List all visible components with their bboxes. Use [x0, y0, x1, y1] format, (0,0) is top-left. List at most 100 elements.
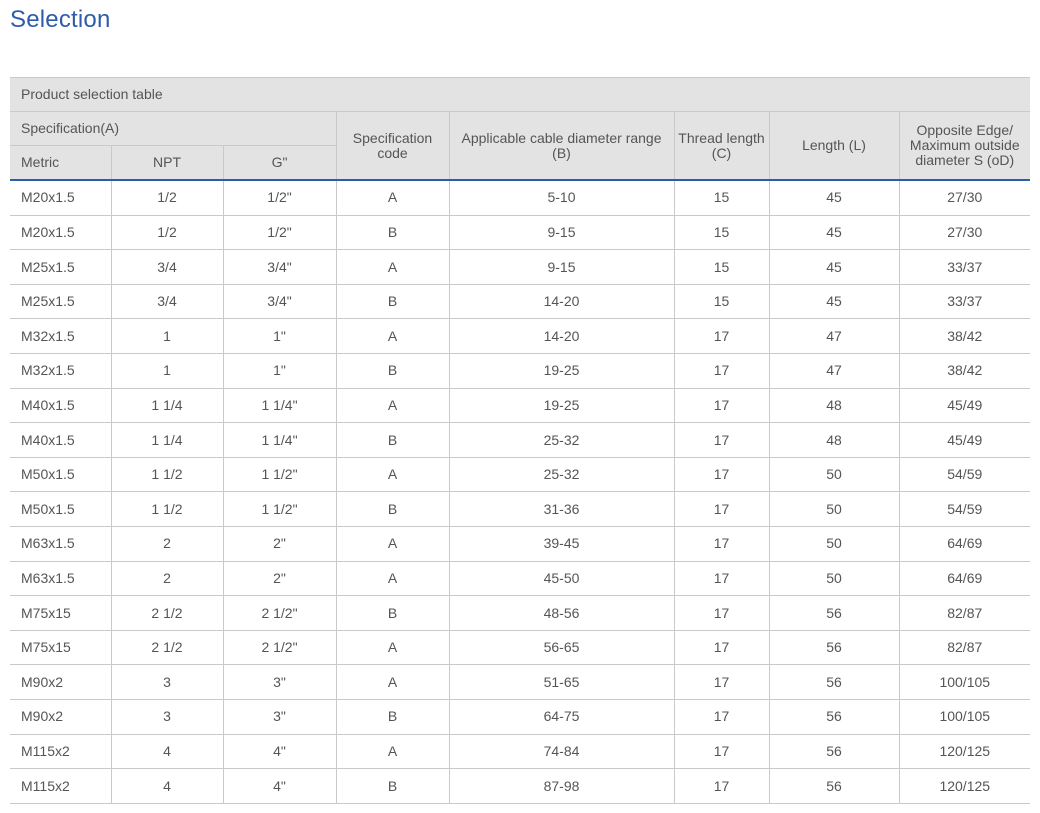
cell-spec-code: B	[335, 422, 449, 458]
cell-cable-range: 25-32	[448, 456, 674, 493]
table-row: M40x1.5 1 1/4 1 1/4" A 19-25 17 48 45/49	[10, 387, 1031, 424]
cell-cable-range: 45-50	[448, 560, 674, 597]
cell-thread-length: 17	[673, 664, 769, 700]
cell-length: 56	[768, 664, 899, 700]
table-row: M63x1.5 2 2" A 39-45 17 50 64/69	[10, 525, 1031, 562]
cell-g: 3"	[222, 664, 336, 700]
cell-length: 56	[768, 629, 899, 666]
cell-thread-length: 17	[673, 387, 769, 424]
cell-thread-length: 17	[673, 768, 769, 804]
cell-length: 45	[768, 214, 899, 251]
cell-length: 48	[768, 422, 899, 458]
cell-spec-code: B	[335, 491, 449, 527]
cell-thread-length: 17	[673, 629, 769, 666]
cell-npt: 2	[110, 525, 223, 562]
cell-metric: M75x15	[10, 595, 111, 631]
cell-npt: 1	[110, 318, 223, 354]
cell-metric: M50x1.5	[10, 491, 111, 527]
table-row: M50x1.5 1 1/2 1 1/2" B 31-36 17 50 54/59	[10, 491, 1031, 527]
cell-opposite-edge: 33/37	[898, 283, 1031, 320]
caption-row: Product selection table	[10, 77, 1031, 112]
cell-cable-range: 39-45	[448, 525, 674, 562]
header-thread-length: Thread length (C)	[673, 111, 770, 181]
cell-metric: M75x15	[10, 629, 111, 666]
header-cable-diameter: Applicable cable diameter range (B)	[448, 111, 675, 181]
cell-spec-code: A	[335, 387, 449, 424]
cell-metric: M25x1.5	[10, 283, 111, 320]
cell-length: 56	[768, 595, 899, 631]
cell-npt: 3/4	[110, 249, 223, 285]
cell-cable-range: 74-84	[448, 733, 674, 770]
table-body: M20x1.5 1/2 1/2" A 5-10 15 45 27/30 M20x1.5 1/2 1/…	[10, 179, 1031, 804]
cell-npt: 3	[110, 664, 223, 700]
cell-thread-length: 17	[673, 525, 769, 562]
cell-g: 3/4"	[222, 249, 336, 285]
cell-thread-length: 15	[673, 249, 769, 285]
cell-thread-length: 17	[673, 595, 769, 631]
cell-metric: M25x1.5	[10, 249, 111, 285]
cell-npt: 4	[110, 768, 223, 804]
cell-spec-code: A	[335, 249, 449, 285]
cell-length: 45	[768, 179, 899, 216]
cell-g: 2 1/2"	[222, 595, 336, 631]
header-cable-line-1: Applicable cable diameter range	[461, 129, 662, 146]
table-row: M115x2 4 4" B 87-98 17 56 120/125	[10, 768, 1031, 804]
cell-opposite-edge: 27/30	[898, 214, 1031, 251]
cell-cable-range: 48-56	[448, 595, 674, 631]
header-npt: NPT	[110, 145, 224, 181]
cell-thread-length: 17	[673, 352, 769, 389]
cell-cable-range: 14-20	[448, 283, 674, 320]
table-row: M63x1.5 2 2" A 45-50 17 50 64/69	[10, 560, 1031, 597]
cell-cable-range: 14-20	[448, 318, 674, 354]
header-specification-a: Specification(A)	[10, 111, 337, 146]
table-row: M32x1.5 1 1" A 14-20 17 47 38/42	[10, 318, 1031, 354]
cell-metric: M20x1.5	[10, 214, 111, 251]
cell-opposite-edge: 38/42	[898, 318, 1031, 354]
cell-g: 1 1/4"	[222, 422, 336, 458]
cell-npt: 1 1/4	[110, 387, 223, 424]
cell-spec-code: B	[335, 698, 449, 735]
cell-g: 3"	[222, 698, 336, 735]
cell-length: 50	[768, 491, 899, 527]
cell-cable-range: 19-25	[448, 352, 674, 389]
header-code-line-1: Specification	[352, 129, 433, 146]
cell-thread-length: 15	[673, 283, 769, 320]
table-row: M90x2 3 3" B 64-75 17 56 100/105	[10, 698, 1031, 735]
cell-metric: M50x1.5	[10, 456, 111, 493]
cell-npt: 4	[110, 733, 223, 770]
cell-npt: 1/2	[110, 214, 223, 251]
cell-thread-length: 17	[673, 422, 769, 458]
cell-opposite-edge: 82/87	[898, 629, 1031, 666]
cell-npt: 3	[110, 698, 223, 735]
cell-spec-code: A	[335, 664, 449, 700]
cell-cable-range: 87-98	[448, 768, 674, 804]
cell-npt: 1/2	[110, 179, 223, 216]
cell-length: 50	[768, 525, 899, 562]
cell-cable-range: 25-32	[448, 422, 674, 458]
cell-thread-length: 17	[673, 491, 769, 527]
cell-opposite-edge: 54/59	[898, 456, 1031, 493]
header-row-1: Specification(A) Specification code Appl…	[10, 111, 1031, 181]
cell-cable-range: 51-65	[448, 664, 674, 700]
cell-g: 1"	[222, 318, 336, 354]
table-row: M20x1.5 1/2 1/2" A 5-10 15 45 27/30	[10, 179, 1031, 216]
cell-opposite-edge: 38/42	[898, 352, 1031, 389]
cell-spec-code: A	[335, 560, 449, 597]
cell-spec-code: B	[335, 595, 449, 631]
cell-g: 1/2"	[222, 179, 336, 216]
cell-spec-code: B	[335, 768, 449, 804]
header-opposite-line-2: Maximum outside	[909, 137, 1020, 154]
cell-g: 1 1/2"	[222, 456, 336, 493]
cell-npt: 3/4	[110, 283, 223, 320]
cell-g: 2 1/2"	[222, 629, 336, 666]
cell-length: 50	[768, 560, 899, 597]
cell-cable-range: 5-10	[448, 179, 674, 216]
cell-g: 2"	[222, 560, 336, 597]
cell-opposite-edge: 82/87	[898, 595, 1031, 631]
cell-length: 48	[768, 387, 899, 424]
cell-spec-code: A	[335, 318, 449, 354]
table-caption: Product selection table	[10, 77, 1031, 112]
cell-npt: 1 1/2	[110, 456, 223, 493]
table-row: M32x1.5 1 1" B 19-25 17 47 38/42	[10, 352, 1031, 389]
header-thread-line-2: (C)	[711, 144, 732, 161]
